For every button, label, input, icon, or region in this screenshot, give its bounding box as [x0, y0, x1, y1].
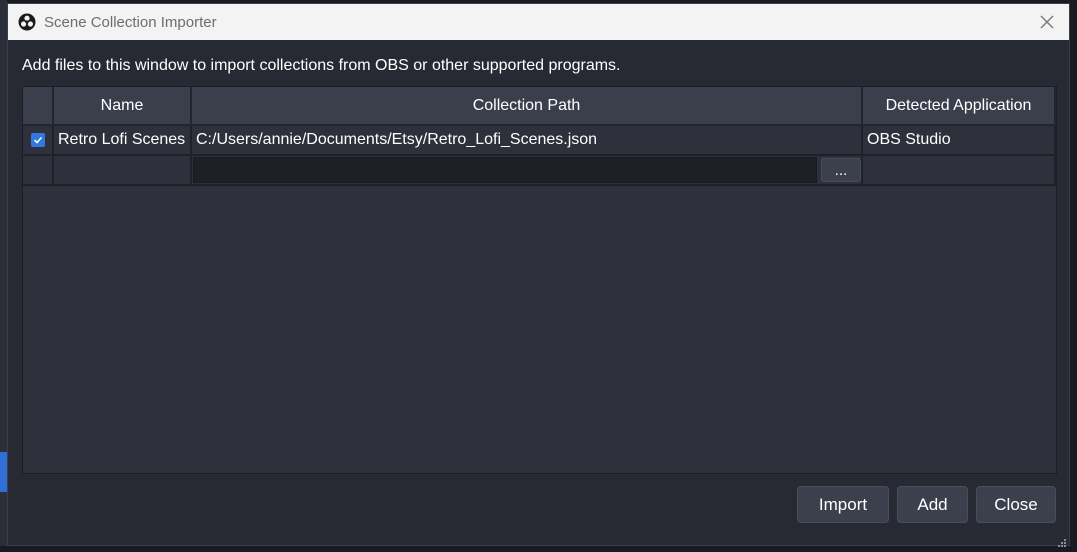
column-header-name[interactable]: Name: [53, 87, 192, 126]
row-checkbox[interactable]: [30, 132, 45, 147]
checkmark-icon: [33, 136, 42, 144]
scene-collection-importer-dialog: Scene Collection Importer Add files to t…: [7, 3, 1070, 547]
column-header-detected-application[interactable]: Detected Application: [862, 87, 1056, 126]
close-button[interactable]: Close: [976, 486, 1056, 523]
row-detected-application[interactable]: OBS Studio: [862, 125, 1056, 156]
collections-table: Name Collection Path Detected Applicatio…: [22, 86, 1057, 474]
obs-logo-icon: [18, 13, 36, 31]
collection-path-input[interactable]: [193, 157, 817, 183]
column-header-collection-path[interactable]: Collection Path: [191, 87, 863, 126]
row-checkbox-cell[interactable]: [23, 125, 54, 156]
new-row-application-cell: [862, 155, 1056, 186]
new-row-check-cell: [23, 155, 54, 186]
resize-grip-icon[interactable]: [1057, 533, 1067, 547]
browse-button[interactable]: ...: [821, 158, 861, 182]
close-icon[interactable]: [1033, 8, 1061, 36]
row-name[interactable]: Retro Lofi Scenes: [53, 125, 192, 156]
table-row-new[interactable]: ...: [23, 155, 1056, 186]
row-collection-path[interactable]: C:/Users/annie/Documents/Etsy/Retro_Lofi…: [191, 125, 863, 156]
add-button[interactable]: Add: [897, 486, 968, 523]
new-row-name-cell[interactable]: [53, 155, 192, 186]
table-row[interactable]: Retro Lofi Scenes C:/Users/annie/Documen…: [23, 125, 1056, 156]
instructions-text: Add files to this window to import colle…: [22, 57, 621, 74]
new-row-path-cell: ...: [191, 155, 863, 186]
background-app-accent: [0, 452, 7, 492]
column-header-check[interactable]: [23, 87, 54, 126]
window-title: Scene Collection Importer: [44, 13, 217, 31]
table-header-row: Name Collection Path Detected Applicatio…: [23, 87, 1056, 126]
import-button[interactable]: Import: [797, 486, 889, 523]
title-bar[interactable]: Scene Collection Importer: [8, 4, 1069, 40]
